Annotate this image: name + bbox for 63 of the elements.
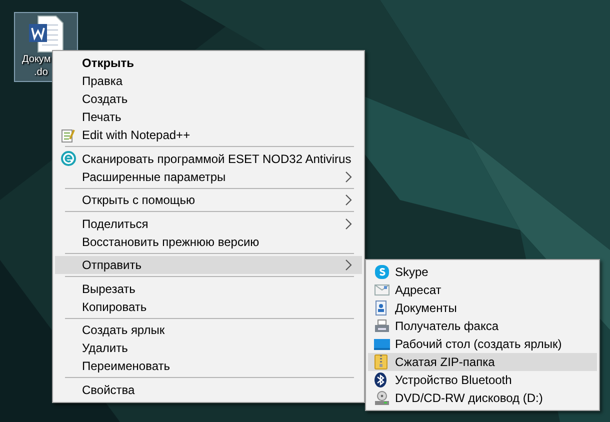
menu-label: Расширенные параметры — [82, 170, 227, 184]
menu-item[interactable]: Создать — [55, 90, 362, 108]
menu-item[interactable]: Расширенные параметры — [55, 168, 362, 186]
menu-label: Отправить — [82, 258, 143, 272]
menu-label: DVD/CD-RW дисковод (D:) — [395, 391, 544, 405]
documents-icon — [374, 300, 388, 316]
menu-label: Устройство Bluetooth — [395, 373, 513, 387]
menu-item[interactable]: Устройство Bluetooth — [368, 371, 597, 389]
chevron-icon — [345, 170, 352, 182]
menu-item[interactable]: Создать ярлык — [55, 321, 362, 339]
menu-label: Создать — [82, 92, 129, 106]
menu-label: Сжатая ZIP-папка — [395, 355, 496, 369]
menu-label: Адресат — [395, 283, 442, 297]
menu-item[interactable]: Вырезать — [55, 280, 362, 298]
menu-label: Открыть с помощью — [82, 193, 196, 207]
menu-item[interactable]: Свойства — [55, 380, 362, 398]
menu-item[interactable]: Переименовать — [55, 357, 362, 375]
menu-item[interactable]: Удалить — [55, 339, 362, 357]
menu-label: Skype — [395, 265, 430, 279]
menu-item[interactable]: Документы — [368, 299, 597, 317]
envelope-icon — [374, 283, 390, 297]
menu-item[interactable]: Рабочий стол (создать ярлык) — [368, 335, 597, 353]
menu-label: Рабочий стол (создать ярлык) — [395, 337, 563, 351]
chevron-icon — [345, 194, 352, 206]
menu-label: Вырезать — [82, 282, 136, 296]
menu-label: Сканировать программой ESET NOD32 Antivirus — [82, 152, 352, 166]
fax-icon — [374, 318, 390, 334]
menu-item[interactable]: Копировать — [55, 298, 362, 316]
menu-item[interactable]: Отправить — [55, 256, 362, 274]
menu-item[interactable]: Edit with Notepad++ — [55, 126, 362, 144]
menu-label: Создать ярлык — [82, 323, 166, 337]
menu-item[interactable]: Сканировать программой ESET NOD32 Antivirus — [55, 150, 362, 168]
chevron-icon — [345, 259, 352, 271]
file-name: Докум .do — [22, 53, 51, 79]
menu-label: Печать — [82, 110, 122, 124]
menu-label: Получатель факса — [395, 319, 500, 333]
menu-label: Документы — [395, 301, 458, 315]
menu-label: Восстановить прежнюю версию — [82, 234, 260, 248]
menu-label: Свойства — [82, 382, 136, 396]
menu-item[interactable]: DVD/CD-RW дисковод (D:) — [368, 389, 597, 407]
menu-item[interactable]: Восстановить прежнюю версию — [55, 232, 362, 250]
eset-icon — [61, 151, 76, 166]
menu-label: Копировать — [82, 300, 148, 314]
menu-item[interactable]: Печать — [55, 108, 362, 126]
menu-item[interactable]: Поделиться — [55, 214, 362, 232]
notepad-icon — [61, 128, 75, 142]
menu-item[interactable]: Сжатая ZIP-папка — [368, 353, 597, 371]
menu-item[interactable]: Skype — [368, 263, 597, 281]
menu-label: Открыть — [82, 56, 136, 70]
menu-item[interactable]: Открыть с помощью — [55, 191, 362, 209]
chevron-icon — [345, 218, 352, 230]
bluetooth-icon — [374, 372, 387, 388]
menu-label: Edit with Notepad++ — [82, 128, 192, 142]
menu-label: Удалить — [82, 341, 129, 355]
desktop-icon — [374, 338, 390, 350]
menu-item[interactable]: Получатель факса — [368, 317, 597, 335]
menu-label: Правка — [82, 74, 124, 88]
menu-label: Переименовать — [82, 359, 171, 373]
menu-label: Поделиться — [82, 216, 150, 230]
zip-folder-icon — [374, 354, 388, 370]
skype-icon — [374, 264, 390, 280]
dvd-drive-icon — [374, 390, 390, 406]
menu-item[interactable]: Адресат — [368, 281, 597, 299]
